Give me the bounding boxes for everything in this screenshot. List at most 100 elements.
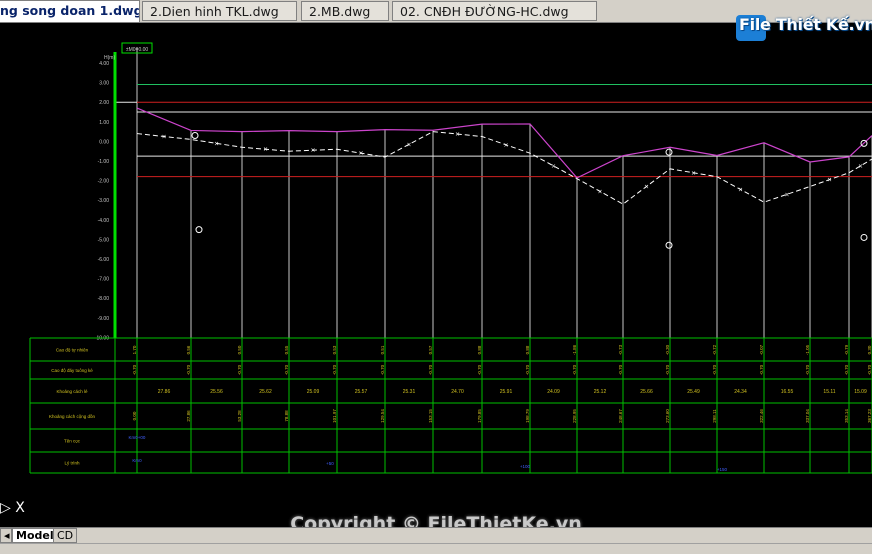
data-table: Cao độ tự nhiên Cao độ đáy tuông kè Khoảng… — [29, 337, 872, 474]
segment-distance-value: 25.31 — [403, 389, 416, 395]
cumulative-distance-value: 129.54 — [380, 409, 385, 423]
table-row-header: Cao độ tự nhiên — [56, 348, 89, 353]
bed-point-mark: × — [784, 191, 789, 198]
scroll-left-arrow[interactable]: ◂ — [0, 528, 12, 543]
chainage-label: +150 — [717, 467, 728, 472]
bed-elevation-value: -0.70 — [380, 364, 385, 375]
elevation-value: -0.79 — [844, 344, 849, 355]
cumulative-distance-value: 78.88 — [284, 410, 289, 422]
layout-tab-bar: ◂ Model CD — [0, 527, 872, 544]
y-tick-label: -4.00 — [98, 218, 110, 224]
bed-elevation-value: -0.70 — [712, 364, 717, 375]
y-tick-label: -6.00 — [98, 257, 110, 263]
cumulative-distance-value: 228.95 — [572, 409, 577, 423]
ucs-axis-icon: ▷ X — [0, 500, 25, 516]
bed-point-mark: × — [358, 150, 363, 157]
segment-distance-value: 24.34 — [734, 389, 747, 395]
tab-song-doan-1[interactable]: ng song doan 1.dwg — [0, 0, 140, 22]
segment-distance-value: 15.09 — [854, 389, 867, 395]
segment-distance-value: 25.66 — [640, 389, 653, 395]
bed-point-mark: × — [455, 131, 460, 138]
tab-model[interactable]: Model — [12, 528, 58, 543]
elevation-value: -0.07 — [759, 344, 764, 355]
bed-point-mark: × — [858, 163, 863, 170]
bed-elevation-value: -0.70 — [477, 364, 482, 375]
reference-levels — [115, 84, 872, 178]
cumulative-distance-value: 179.85 — [477, 409, 482, 423]
bed-point-mark: × — [263, 146, 268, 153]
bed-point-mark: × — [597, 188, 602, 195]
chainage-label: +100 — [520, 464, 531, 469]
elevation-value: -0.30 — [665, 344, 670, 355]
y-tick-label: -1.00 — [98, 159, 110, 165]
bed-point-mark: × — [161, 134, 166, 141]
bed-profile: × × × × × × × × × × × × × × × × — [136, 131, 872, 249]
segment-distance-value: 25.57 — [355, 389, 368, 395]
chainage-label: +50 — [326, 461, 334, 466]
segment-distance-value: 24.09 — [547, 389, 560, 395]
chainage-label: Km0 — [132, 458, 142, 463]
segment-distance-value: 25.91 — [500, 389, 513, 395]
bed-elevation-value: -0.70 — [665, 364, 670, 375]
tab-mb[interactable]: 2.MB.dwg — [301, 1, 389, 21]
bed-point-mark: × — [406, 141, 411, 148]
y-tick-label: 1.00 — [99, 120, 109, 126]
y-tick-label: -8.00 — [98, 296, 110, 302]
elevation-value: 0.88 — [525, 345, 530, 354]
elevation-value: -0.73 — [618, 344, 623, 355]
bed-elevation-value: -0.70 — [805, 364, 810, 375]
station-name: Km0+00 — [129, 435, 146, 440]
y-tick-label: 2.00 — [99, 100, 109, 106]
table-row-header: Khoảng cách lẻ — [56, 389, 88, 394]
tab-cndh-duong-hc[interactable]: 02. CNĐH ĐƯỜNG-HC.dwg — [392, 1, 597, 21]
segment-distance-value: 25.12 — [594, 389, 607, 395]
table-row-header: Lý trình — [64, 461, 80, 466]
section-marker — [191, 132, 199, 140]
cumulative-distance-value: 322.46 — [759, 409, 764, 423]
horizontal-scrollbar[interactable] — [0, 543, 872, 554]
section-marker — [195, 226, 203, 234]
bed-point-mark: × — [691, 170, 696, 177]
y-tick-label: -3.00 — [98, 198, 110, 204]
cumulative-distance-value: 198.79 — [525, 409, 530, 423]
y-tick-label: 0.00 — [99, 139, 109, 145]
bed-elevation-value: -0.70 — [332, 364, 337, 375]
y-tick-label: -5.00 — [98, 237, 110, 243]
cumulative-distance-value: 153.15 — [428, 409, 433, 423]
ucs-x-label: X — [15, 500, 25, 516]
profile-grid: ±M0=0.00 — [121, 42, 872, 338]
bed-elevation-value: -0.70 — [284, 364, 289, 375]
bed-elevation-value: -0.70 — [572, 364, 577, 375]
elevation-value: -1.86 — [572, 344, 577, 355]
cumulative-distance-value: 298.11 — [712, 409, 717, 423]
bed-point-mark: × — [551, 163, 556, 170]
elevation-value: 0.50 — [237, 345, 242, 354]
cumulative-distance-value: 248.67 — [618, 409, 623, 423]
cumulative-distance-value: 353.14 — [844, 409, 849, 423]
y-tick-label: 4.00 — [99, 61, 109, 67]
table-row-header: Cao độ đáy tuông kè — [51, 368, 93, 373]
section-marker — [665, 241, 673, 249]
y-tick-label: -9.00 — [98, 316, 110, 322]
cumulative-distance-value: 367.23 — [867, 409, 872, 423]
table-row-header: Khoảng cách cộng dồn — [49, 414, 96, 419]
cumulative-distance-value: 337.04 — [805, 409, 810, 423]
elevation-value: 0.56 — [186, 345, 191, 354]
datum-label: ±M0=0.00 — [126, 47, 149, 53]
segment-distance-value: 15.11 — [823, 389, 835, 395]
tab-layout-cd[interactable]: CD — [53, 528, 78, 543]
cumulative-distance-value: 273.60 — [665, 409, 670, 423]
bed-point-mark: × — [738, 186, 743, 193]
drawing-canvas[interactable]: ±M0=0.00 H(m)4.003.002.001.000.00-1.00-2… — [0, 22, 872, 527]
elevation-value: 0.30 — [867, 345, 872, 354]
bed-point-mark: × — [644, 183, 649, 190]
elevation-value: 1.70 — [132, 345, 137, 354]
bed-elevation-value: -0.70 — [618, 364, 623, 375]
segment-distance-value: 25.56 — [210, 389, 223, 395]
bed-point-mark: × — [310, 147, 315, 154]
segment-distance-value: 25.62 — [259, 389, 272, 395]
elevation-value: 0.57 — [428, 345, 433, 354]
tab-dien-hinh-tkl[interactable]: 2.Dien hinh TKL.dwg — [142, 1, 297, 21]
elevation-value: 0.88 — [477, 345, 482, 354]
segment-distance-value: 25.49 — [687, 389, 700, 395]
